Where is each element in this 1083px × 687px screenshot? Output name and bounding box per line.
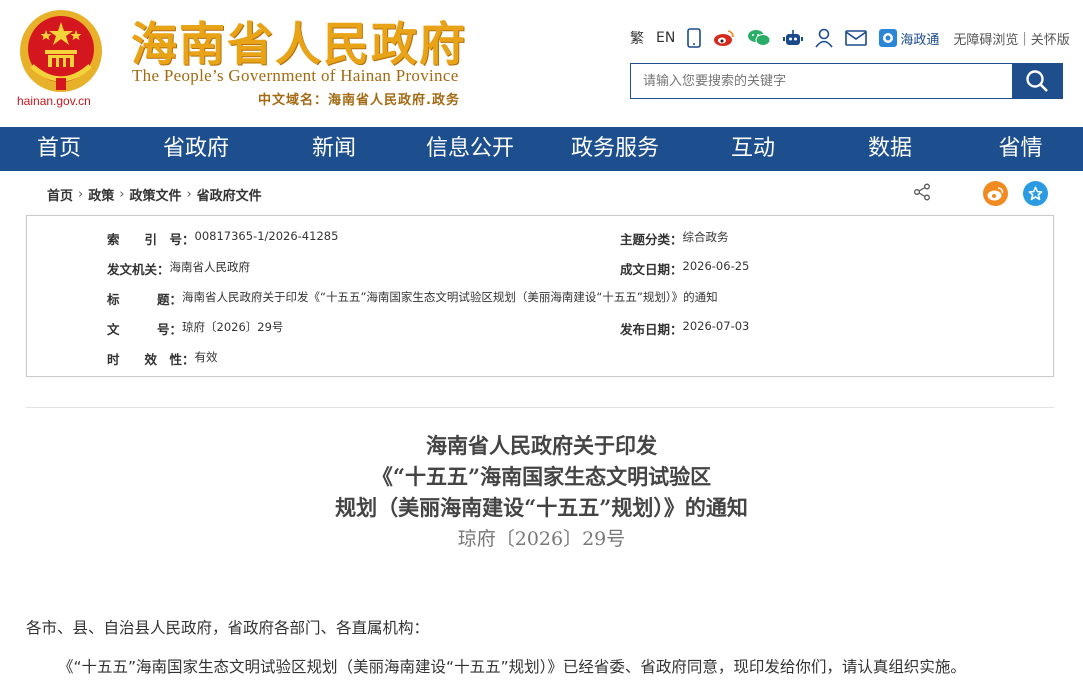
breadcrumb-gov-docs[interactable]: 省政府文件 bbox=[197, 185, 262, 204]
document-number: 琼府〔2026〕29号 bbox=[457, 528, 626, 550]
nav-item-home[interactable]: 首页 bbox=[0, 127, 118, 171]
weibo-icon[interactable] bbox=[713, 29, 735, 47]
share-icon[interactable] bbox=[913, 183, 931, 201]
created-value: 2026-06-25 bbox=[682, 259, 750, 273]
breadcrumb-home[interactable]: 首页 bbox=[47, 185, 73, 204]
link-separator: | bbox=[1022, 30, 1027, 46]
info-row-issuer: 发文机关： 海南省人民政府 bbox=[107, 259, 250, 278]
accessible-browse-link[interactable]: 无障碍浏览 bbox=[953, 29, 1018, 48]
site-title-cn[interactable]: 海南省人民政府 bbox=[131, 8, 467, 74]
mail-icon[interactable] bbox=[845, 30, 868, 46]
docno-value: 琼府〔2026〕29号 bbox=[182, 320, 284, 334]
zhengwutong-icon bbox=[879, 29, 898, 47]
validity-label: 时 效 性： bbox=[107, 352, 195, 367]
chevron-right-icon: › bbox=[186, 187, 192, 202]
nav-item-info-disclosure[interactable]: 信息公开 bbox=[394, 127, 546, 171]
breadcrumb-policy-docs[interactable]: 政策文件 bbox=[129, 185, 181, 204]
traditional-chinese-link[interactable]: 繁 bbox=[630, 28, 644, 48]
nav-item-interaction[interactable]: 互动 bbox=[684, 127, 822, 171]
category-label: 主题分类： bbox=[620, 232, 683, 247]
created-label: 成文日期： bbox=[620, 262, 683, 277]
published-value: 2026-07-03 bbox=[682, 319, 750, 333]
info-row-created: 成文日期： 2026-06-25 bbox=[620, 259, 749, 278]
title-label: 标 题： bbox=[107, 292, 183, 307]
info-row-docno: 文 号： 琼府〔2026〕29号 bbox=[107, 319, 283, 338]
published-label: 发布日期： bbox=[620, 322, 683, 337]
elderly-mode-link[interactable]: 关怀版 bbox=[1031, 29, 1070, 48]
breadcrumb-policy[interactable]: 政策 bbox=[88, 185, 114, 204]
national-emblem-logo[interactable] bbox=[18, 8, 104, 94]
divider bbox=[26, 407, 1054, 408]
info-row-index: 索 引 号： 00817365-1/2026-41285 bbox=[107, 229, 338, 248]
category-value: 综合政务 bbox=[682, 230, 729, 244]
chevron-right-icon: › bbox=[119, 187, 125, 202]
document-body-paragraph: 《“十五五”海南国家生态文明试验区规划（美丽海南建设“十五五”规划）》已经省委、… bbox=[58, 658, 966, 676]
nav-item-services[interactable]: 政务服务 bbox=[546, 127, 684, 171]
site-header: hainan.gov.cn 海南省人民政府 The People’s Gover… bbox=[0, 0, 1083, 127]
chevron-right-icon: › bbox=[78, 187, 84, 202]
info-row-validity: 时 效 性： 有效 bbox=[107, 349, 218, 368]
issuer-value: 海南省人民政府 bbox=[169, 260, 251, 274]
breadcrumb: 首页 › 政策 › 政策文件 › 省政府文件 bbox=[47, 185, 262, 204]
star-icon bbox=[1028, 186, 1043, 201]
info-row-published: 发布日期： 2026-07-03 bbox=[620, 319, 749, 338]
docno-label: 文 号： bbox=[107, 322, 183, 337]
document-title-line1: 海南省人民政府关于印发 bbox=[426, 433, 657, 458]
title-value: 海南省人民政府关于印发《“十五五”海南国家生态文明试验区规划（美丽海南建设“十五… bbox=[182, 290, 718, 304]
site-title-en: The People’s Government of Hainan Provin… bbox=[132, 66, 459, 85]
site-domain-cn: 中文域名：海南省人民政府.政务 bbox=[258, 93, 460, 108]
site-domain: hainan.gov.cn bbox=[17, 94, 91, 108]
info-row-title: 标 题： 海南省人民政府关于印发《“十五五”海南国家生态文明试验区规划（美丽海南… bbox=[107, 289, 718, 308]
share-weibo-button[interactable] bbox=[983, 181, 1008, 206]
user-icon[interactable] bbox=[815, 28, 833, 48]
document-info-box: 索 引 号： 00817365-1/2026-41285 主题分类： 综合政务 … bbox=[26, 215, 1054, 377]
wechat-icon[interactable] bbox=[747, 29, 771, 47]
issuer-label: 发文机关： bbox=[107, 262, 170, 277]
search-icon bbox=[1026, 70, 1048, 92]
nav-item-government[interactable]: 省政府 bbox=[118, 127, 274, 171]
nav-item-province[interactable]: 省情 bbox=[958, 127, 1083, 171]
main-nav: 首页 省政府 新闻 信息公开 政务服务 互动 数据 省情 bbox=[0, 127, 1083, 171]
favorite-button[interactable] bbox=[1023, 181, 1048, 206]
search-button[interactable] bbox=[1012, 64, 1062, 98]
weibo-icon bbox=[987, 186, 1004, 200]
index-label: 索 引 号： bbox=[107, 232, 195, 247]
info-row-category: 主题分类： 综合政务 bbox=[620, 229, 729, 248]
document-salutation: 各市、县、自治县人民政府，省政府各部门、各直属机构： bbox=[26, 619, 430, 637]
document-title-line2: 《“十五五”海南国家生态文明试验区 bbox=[371, 464, 712, 489]
nav-item-news[interactable]: 新闻 bbox=[274, 127, 394, 171]
robot-icon[interactable] bbox=[783, 29, 804, 47]
search-input[interactable] bbox=[631, 64, 1012, 98]
zhengwutong-label: 海政通 bbox=[900, 32, 940, 48]
top-links: 繁 EN 海政通 无障碍浏览 | 关怀版 bbox=[630, 26, 1070, 50]
index-value: 00817365-1/2026-41285 bbox=[194, 229, 339, 243]
search-bar bbox=[630, 63, 1063, 99]
validity-value: 有效 bbox=[194, 350, 218, 364]
nav-item-data[interactable]: 数据 bbox=[822, 127, 958, 171]
document-title-line3: 规划（美丽海南建设“十五五”规划）》的通知 bbox=[335, 495, 748, 520]
mobile-icon[interactable] bbox=[687, 28, 702, 48]
english-link[interactable]: EN bbox=[656, 30, 675, 46]
zhengwutong-link[interactable]: 海政通 bbox=[879, 29, 939, 48]
